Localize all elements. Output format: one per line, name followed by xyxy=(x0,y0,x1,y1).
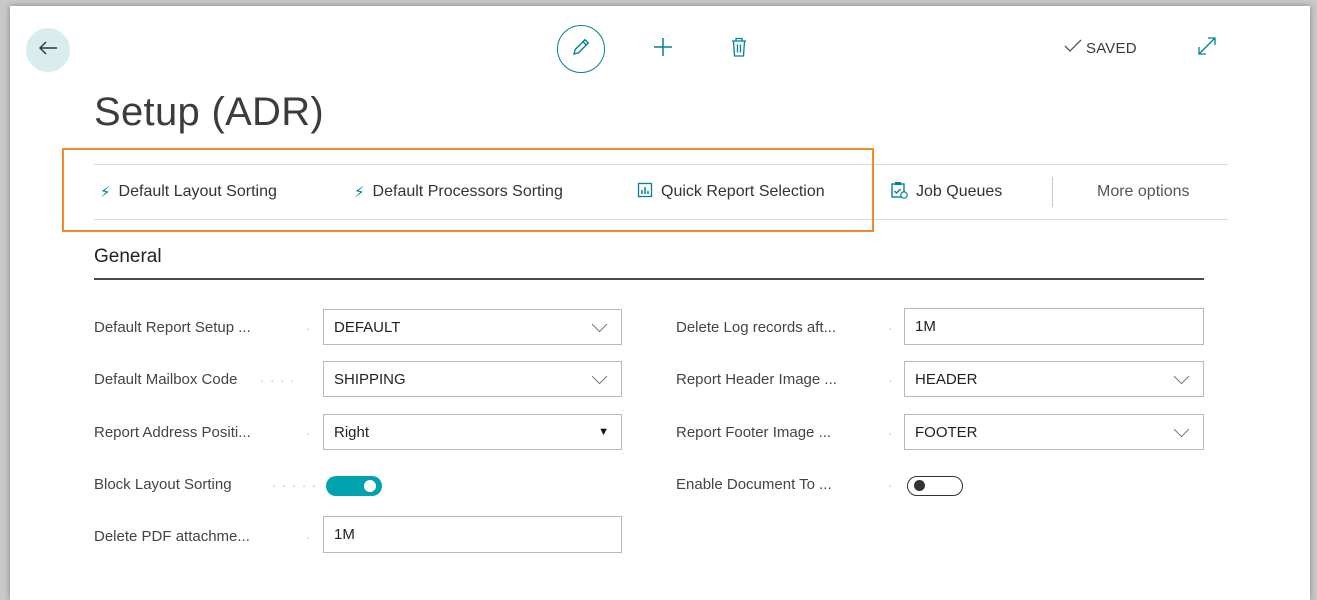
field-label-report-address-position: Report Address Positi... xyxy=(94,424,251,441)
triangle-down-icon: ▼ xyxy=(598,426,609,438)
leader-dots: · xyxy=(306,321,312,336)
expand-icon xyxy=(1197,36,1217,61)
edit-button[interactable] xyxy=(557,25,605,73)
field-label-delete-log-records: Delete Log records aft... xyxy=(676,319,837,336)
setup-page-card: SAVED Setup (ADR) ⚡ Default Layout Sorti… xyxy=(10,6,1310,600)
leader-dots: · xyxy=(306,426,312,441)
field-label-default-mailbox-code: Default Mailbox Code xyxy=(94,371,238,388)
default-report-setup-dropdown[interactable]: DEFAULT xyxy=(323,309,622,345)
more-options-button[interactable]: More options xyxy=(1097,165,1190,219)
back-button[interactable] xyxy=(26,28,70,72)
action-label: Job Queues xyxy=(916,183,1003,200)
report-address-position-select[interactable]: Right ▼ xyxy=(323,414,622,450)
leader-dots: · xyxy=(306,530,312,545)
action-label: Default Processors Sorting xyxy=(372,183,563,200)
field-value: FOOTER xyxy=(915,423,978,441)
toggle-knob xyxy=(914,480,925,491)
leader-dots: · xyxy=(888,478,894,493)
enable-document-toggle[interactable] xyxy=(907,476,963,496)
section-title: General xyxy=(94,246,162,267)
action-bar: ⚡ Default Layout Sorting ⚡ Default Proce… xyxy=(94,164,1228,220)
block-layout-sorting-toggle[interactable] xyxy=(326,476,382,496)
chevron-down-icon xyxy=(1173,368,1190,384)
field-value: SHIPPING xyxy=(334,370,406,388)
saved-status: SAVED xyxy=(1064,36,1137,60)
arrow-left-icon xyxy=(38,40,58,61)
field-label-report-header-image: Report Header Image ... xyxy=(676,371,837,388)
leader-dots: · xyxy=(888,426,894,441)
checkmark-icon xyxy=(1064,39,1082,57)
action-label: Quick Report Selection xyxy=(661,183,825,200)
delete-button[interactable] xyxy=(727,36,751,62)
field-label-report-footer-image: Report Footer Image ... xyxy=(676,424,832,441)
field-label-enable-document-to: Enable Document To ... xyxy=(676,476,832,493)
field-value: 1M xyxy=(334,526,355,543)
leader-dots: · xyxy=(888,321,894,336)
field-label-default-report-setup: Default Report Setup ... xyxy=(94,319,251,336)
page-title: Setup (ADR) xyxy=(94,90,325,134)
delete-log-records-input[interactable]: 1M xyxy=(904,308,1204,345)
report-header-image-dropdown[interactable]: HEADER xyxy=(904,361,1204,397)
field-value: Right xyxy=(334,423,370,441)
toggle-knob xyxy=(364,480,376,492)
field-value: HEADER xyxy=(915,370,978,388)
action-separator xyxy=(1052,177,1053,207)
action-job-queues[interactable]: Job Queues xyxy=(890,165,1002,219)
leader-dots: · · · · · xyxy=(272,478,318,493)
leader-dots: · xyxy=(888,373,894,388)
section-divider xyxy=(94,278,1204,280)
report-icon xyxy=(637,182,653,203)
chevron-down-icon xyxy=(591,316,608,332)
action-label: Default Layout Sorting xyxy=(118,183,277,200)
leader-dots: · · · · xyxy=(260,373,296,388)
saved-label: SAVED xyxy=(1086,39,1137,57)
action-quick-report-selection[interactable]: Quick Report Selection xyxy=(637,165,825,219)
action-default-processors-sorting[interactable]: ⚡ Default Processors Sorting xyxy=(354,165,563,219)
delete-pdf-attachments-input[interactable]: 1M xyxy=(323,516,622,553)
report-footer-image-dropdown[interactable]: FOOTER xyxy=(904,414,1204,450)
action-label: More options xyxy=(1097,183,1190,200)
field-label-delete-pdf-attachments: Delete PDF attachme... xyxy=(94,528,250,545)
lightning-icon: ⚡ xyxy=(354,184,365,201)
field-label-block-layout-sorting: Block Layout Sorting xyxy=(94,476,232,493)
lightning-icon: ⚡ xyxy=(100,184,111,201)
action-default-layout-sorting[interactable]: ⚡ Default Layout Sorting xyxy=(100,165,277,219)
job-queue-icon xyxy=(890,181,908,204)
default-mailbox-code-dropdown[interactable]: SHIPPING xyxy=(323,361,622,397)
field-value: 1M xyxy=(915,318,936,335)
trash-icon xyxy=(730,36,748,63)
plus-icon xyxy=(652,36,674,63)
expand-button[interactable] xyxy=(1195,36,1219,60)
field-value: DEFAULT xyxy=(334,318,401,336)
chevron-down-icon xyxy=(591,368,608,384)
pencil-icon xyxy=(570,36,592,63)
new-button[interactable] xyxy=(650,36,676,62)
chevron-down-icon xyxy=(1173,421,1190,437)
